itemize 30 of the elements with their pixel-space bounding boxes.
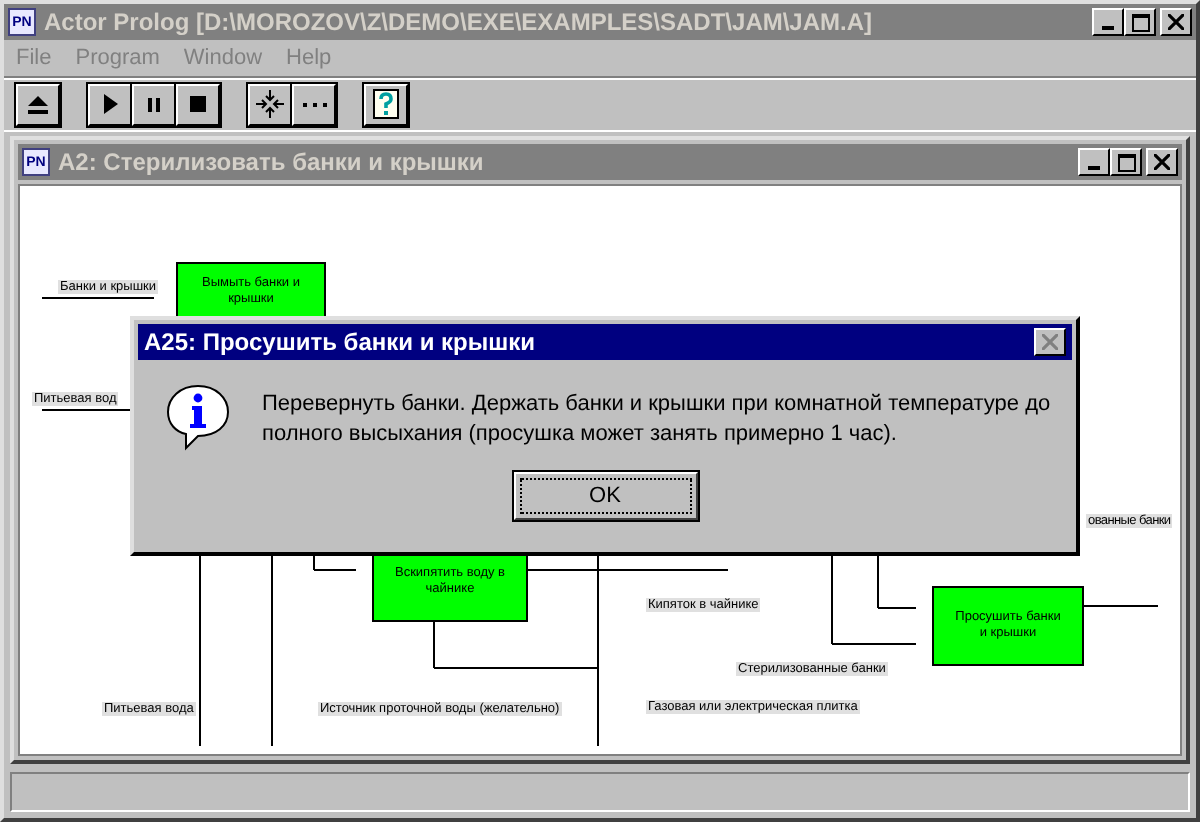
close-button[interactable] [1034, 328, 1066, 356]
close-button[interactable] [1160, 8, 1192, 36]
dialog-title: A25: Просушить банки и крышки [144, 328, 538, 356]
arrows-button[interactable] [248, 83, 292, 125]
close-icon [1042, 334, 1058, 350]
maximize-icon [1131, 13, 1149, 31]
child-window-title: A2: Стерилизовать банки и крышки [58, 148, 486, 176]
help-button[interactable] [364, 83, 408, 125]
pause-button[interactable] [132, 83, 176, 125]
maximize-icon [1117, 153, 1135, 171]
maximize-button[interactable] [1124, 8, 1156, 36]
minimize-button[interactable] [1078, 148, 1110, 176]
ok-button[interactable]: OK [513, 472, 697, 520]
arrows-icon [254, 88, 286, 120]
stop-button[interactable] [176, 83, 220, 125]
play-button[interactable] [88, 83, 132, 125]
ellipsis-icon [301, 101, 327, 107]
window-title: Actor Prolog [D:\MOROZOV\Z\DEMO\EXE\EXAMPLES\SADT\JAM\JAM.A] [44, 8, 875, 36]
more-button[interactable] [292, 83, 336, 125]
close-icon [1154, 154, 1170, 170]
connector-line [41, 297, 155, 299]
close-icon [1168, 14, 1184, 30]
minimize-button[interactable] [1092, 8, 1124, 36]
maximize-button[interactable] [1110, 148, 1142, 176]
eject-button[interactable] [16, 83, 60, 125]
help-icon [370, 88, 402, 120]
info-icon [162, 380, 234, 452]
connector-line [41, 409, 135, 411]
dialog-message: Перевернуть банки. Держать банки и крышки при комнатной температуре до полного высыхания (просушка может занять примерно 1 час). [262, 390, 1053, 450]
close-button[interactable] [1146, 148, 1178, 176]
